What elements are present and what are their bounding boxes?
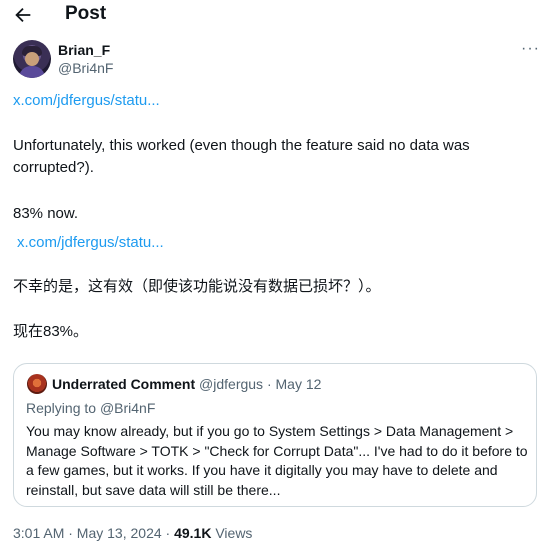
- quote-author-handle: @jdfergus: [199, 376, 264, 392]
- post-link-1[interactable]: x.com/jdfergus/statu...: [13, 91, 160, 111]
- quoted-post[interactable]: Underrated Comment @jdfergus · May 12 Re…: [13, 363, 537, 507]
- avatar[interactable]: [13, 40, 51, 78]
- quote-date: May 12: [275, 376, 322, 392]
- replying-mention[interactable]: @Bri4nF: [100, 400, 155, 416]
- more-options-icon[interactable]: ···: [521, 40, 540, 58]
- quote-author: Underrated Comment @jdfergus · May 12: [52, 376, 321, 392]
- arrow-left-icon[interactable]: [12, 4, 34, 26]
- post-timestamp[interactable]: 3:01 AM · May 13, 2024 ·: [13, 525, 174, 541]
- quote-replying-to: Replying to @Bri4nF: [26, 400, 155, 416]
- post-meta: 3:01 AM · May 13, 2024 · 49.1K Views: [13, 525, 252, 541]
- post-paragraph-4: 现在83%。: [13, 323, 89, 340]
- quote-author-name: Underrated Comment: [52, 376, 196, 392]
- post-paragraph-1: Unfortunately, this worked (even though …: [13, 137, 470, 176]
- top-bar: Post: [0, 0, 550, 30]
- quote-avatar: [27, 374, 47, 394]
- post-paragraph-3: 不幸的是，这有效（即使该功能说没有数据已损坏？）。: [13, 278, 381, 295]
- page-title: Post: [65, 3, 107, 24]
- author-handle[interactable]: @Bri4nF: [58, 60, 113, 76]
- quote-separator: ·: [263, 376, 276, 392]
- author-name[interactable]: Brian_F: [58, 42, 110, 58]
- views-count: 49.1K: [174, 525, 212, 541]
- replying-prefix: Replying to: [26, 400, 100, 416]
- quote-body: You may know already, but if you go to S…: [26, 423, 528, 498]
- post-link-2[interactable]: x.com/jdfergus/statu...: [17, 233, 164, 253]
- post-paragraph-2: 83% now.: [13, 205, 79, 222]
- views-label: Views: [211, 525, 253, 541]
